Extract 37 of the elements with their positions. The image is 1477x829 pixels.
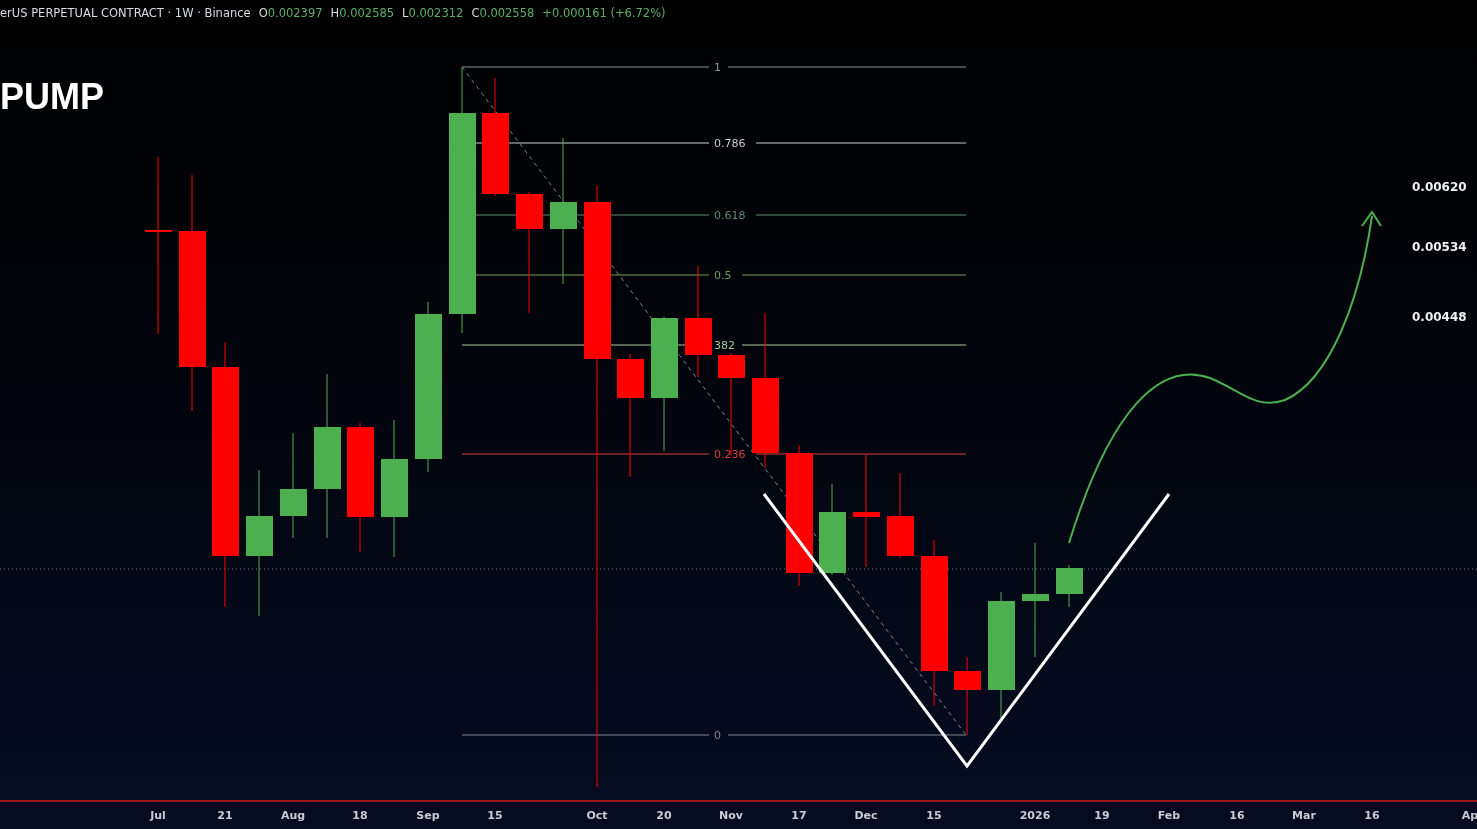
ohlc-value: L0.002312 — [402, 6, 464, 20]
time-axis-label: 2026 — [1019, 809, 1051, 822]
time-axis-label: Jul — [150, 809, 166, 822]
symbol-info: erUS PERPETUAL CONTRACT · 1W · Binance — [0, 6, 251, 20]
time-axis-label: Sep — [416, 809, 440, 822]
time-axis-label: 21 — [217, 809, 233, 822]
ohlc-value: O0.002397 — [258, 6, 323, 20]
fib-level-label: 0.5 — [714, 269, 732, 282]
time-axis-label: Oct — [586, 809, 608, 822]
price-label: 0.00448 — [1412, 310, 1467, 324]
time-axis-label: 17 — [791, 809, 807, 822]
time-axis-label: 16 — [1364, 809, 1380, 822]
time-axis-label: Mar — [1292, 809, 1316, 822]
time-axis-label: Nov — [719, 809, 743, 822]
fib-level-label: 0.786 — [714, 137, 746, 150]
fib-level-label: 1 — [714, 61, 721, 74]
ohlc-value: H0.002585 — [330, 6, 395, 20]
fib-level-label: 0.618 — [714, 209, 746, 222]
time-axis-label: Dec — [854, 809, 878, 822]
time-axis-label: 15 — [487, 809, 503, 822]
fib-level-label: 0 — [714, 729, 721, 742]
candlestick — [1056, 564, 1083, 608]
price-label: 0.00620 — [1412, 180, 1467, 194]
fib-level-label: 0.236 — [714, 448, 746, 461]
price-label: 0.00534 — [1412, 240, 1467, 254]
chart-title: PUMP — [0, 76, 104, 118]
time-axis-label: 18 — [352, 809, 368, 822]
price-change: +0.000161 (+6.72%) — [542, 6, 666, 20]
time-axis-label: 20 — [656, 809, 672, 822]
time-axis-label: Aug — [280, 809, 306, 822]
time-axis-label: Feb — [1157, 809, 1181, 822]
fib-level-label: 382 — [714, 339, 735, 352]
time-axis-label: 15 — [926, 809, 942, 822]
time-axis-label: 19 — [1094, 809, 1110, 822]
ohlc-value: C0.002558 — [471, 6, 535, 20]
time-axis-label: 16 — [1229, 809, 1245, 822]
time-axis-label: Ap — [1461, 809, 1477, 822]
